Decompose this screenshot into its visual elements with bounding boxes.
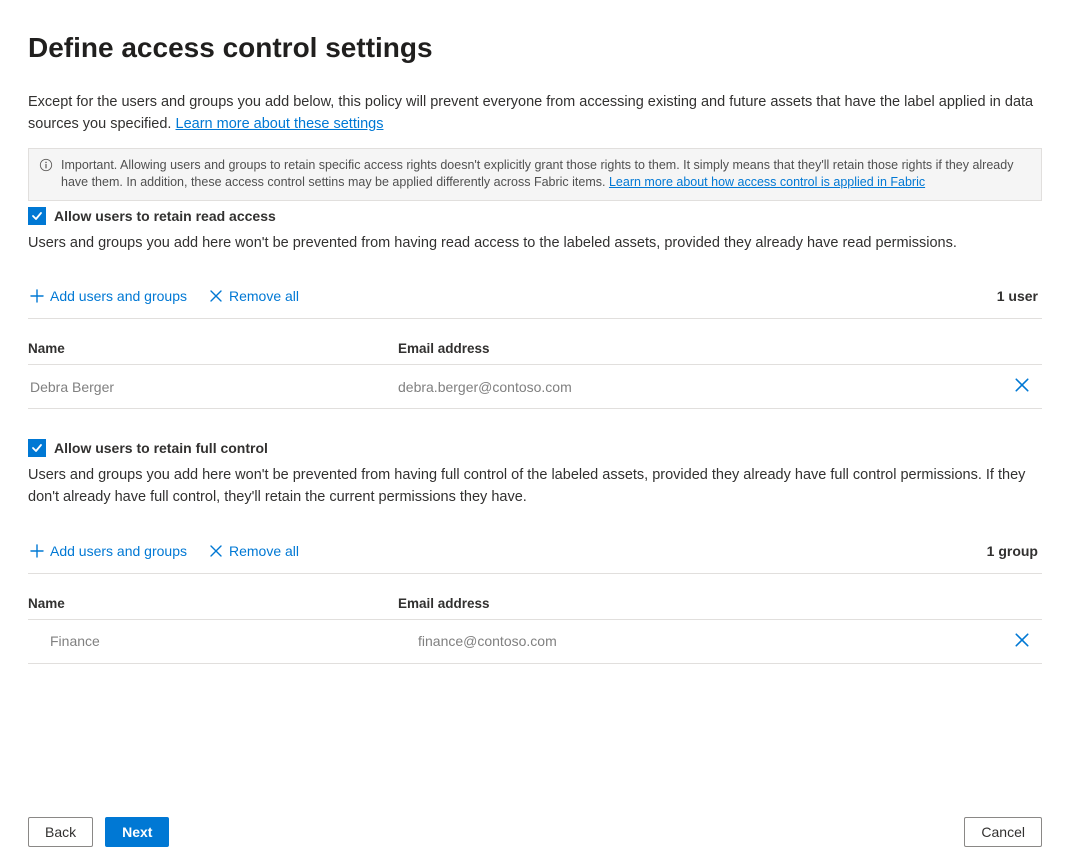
full-section-description: Users and groups you add here won't be p… xyxy=(28,465,1042,509)
footer: Back Next Cancel xyxy=(28,817,1042,847)
read-toolbar: Add users and groups Remove all 1 user xyxy=(28,278,1042,319)
read-table-header: Name Email address xyxy=(28,319,1042,365)
add-users-full-button[interactable]: Add users and groups xyxy=(28,539,189,563)
remove-all-full-label: Remove all xyxy=(229,543,299,559)
retain-read-checkbox[interactable] xyxy=(28,207,46,225)
back-button[interactable]: Back xyxy=(28,817,93,847)
full-table-header: Name Email address xyxy=(28,574,1042,620)
table-row: Debra Berger debra.berger@contoso.com xyxy=(28,365,1042,409)
remove-read-row-button[interactable] xyxy=(1002,377,1042,396)
read-col-name-header: Name xyxy=(28,341,398,356)
plus-icon xyxy=(30,289,44,303)
remove-all-read-button[interactable]: Remove all xyxy=(207,284,301,308)
retain-read-label: Allow users to retain read access xyxy=(54,208,276,224)
read-count: 1 user xyxy=(997,288,1042,304)
remove-full-row-button[interactable] xyxy=(1002,632,1042,651)
next-button[interactable]: Next xyxy=(105,817,169,847)
page-title: Define access control settings xyxy=(28,32,1042,64)
full-col-name-header: Name xyxy=(28,596,398,611)
full-col-email-header: Email address xyxy=(398,596,1002,611)
remove-all-full-button[interactable]: Remove all xyxy=(207,539,301,563)
read-row-name: Debra Berger xyxy=(28,379,398,395)
info-icon xyxy=(39,157,53,178)
learn-more-settings-link[interactable]: Learn more about these settings xyxy=(176,116,384,132)
read-col-email-header: Email address xyxy=(398,341,1002,356)
info-banner: Important. Allowing users and groups to … xyxy=(28,148,1042,201)
full-row-email: finance@contoso.com xyxy=(398,633,1002,649)
read-section-description: Users and groups you add here won't be p… xyxy=(28,233,1042,255)
close-icon xyxy=(1014,377,1030,396)
retain-full-label: Allow users to retain full control xyxy=(54,440,268,456)
plus-icon xyxy=(30,544,44,558)
add-users-read-button[interactable]: Add users and groups xyxy=(28,284,189,308)
read-row-email: debra.berger@contoso.com xyxy=(398,379,1002,395)
add-users-full-label: Add users and groups xyxy=(50,543,187,559)
close-icon xyxy=(1014,632,1030,651)
full-row-name: Finance xyxy=(48,633,398,649)
remove-all-read-label: Remove all xyxy=(229,288,299,304)
learn-more-fabric-link[interactable]: Learn more about how access control is a… xyxy=(609,175,925,189)
table-row: Finance finance@contoso.com xyxy=(28,620,1042,664)
retain-full-checkbox[interactable] xyxy=(28,439,46,457)
full-toolbar: Add users and groups Remove all 1 group xyxy=(28,533,1042,574)
cancel-button[interactable]: Cancel xyxy=(964,817,1042,847)
info-body: Important. Allowing users and groups to … xyxy=(61,157,1031,192)
close-icon xyxy=(209,544,223,558)
intro-text: Except for the users and groups you add … xyxy=(28,92,1042,136)
full-count: 1 group xyxy=(987,543,1042,559)
add-users-read-label: Add users and groups xyxy=(50,288,187,304)
close-icon xyxy=(209,289,223,303)
